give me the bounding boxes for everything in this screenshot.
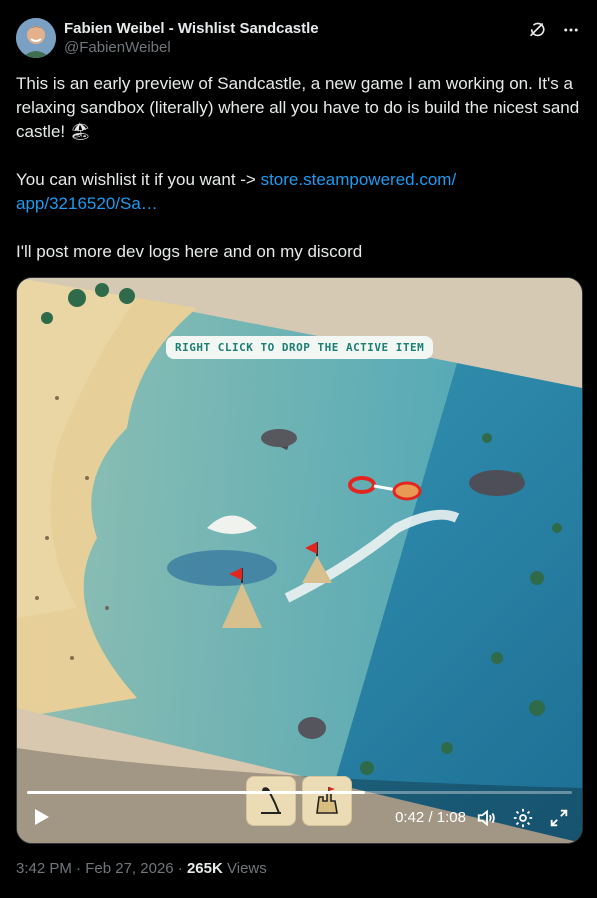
views-label: Views: [227, 860, 267, 877]
wishlist-text: You can wishlist it if you want ->: [16, 170, 261, 189]
duration: 1:08: [436, 809, 466, 826]
tweet-date[interactable]: Feb 27, 2026: [85, 860, 173, 877]
tweet-paragraph-2: You can wishlist it if you want -> store…: [16, 168, 582, 216]
tweet-text: This is an early preview of Sandcastle, …: [16, 72, 582, 264]
header-actions: [527, 20, 581, 40]
display-name[interactable]: Fabien Weibel - Wishlist Sandcastle: [64, 20, 319, 38]
video-frame: [17, 278, 582, 843]
views-count: 265K: [186, 860, 223, 877]
tweet-time[interactable]: 3:42 PM: [16, 860, 72, 877]
settings-icon[interactable]: [512, 807, 534, 829]
avatar[interactable]: [16, 18, 56, 58]
tweet-meta: 3:42 PM · Feb 27, 2026 · 265K Views: [16, 860, 267, 877]
play-icon[interactable]: [31, 807, 51, 827]
current-time: 0:42: [395, 809, 425, 826]
tweet-paragraph-3: I'll post more dev logs here and on my d…: [16, 242, 363, 261]
more-icon[interactable]: [561, 20, 581, 40]
video-time: 0:42 / 1:08: [395, 809, 466, 826]
tweet-paragraph-1: This is an early preview of Sandcastle, …: [16, 74, 584, 141]
video-player[interactable]: RIGHT CLICK TO DROP THE ACTIVE ITEM 0:42…: [16, 277, 583, 844]
tooltip-hint: RIGHT CLICK TO DROP THE ACTIVE ITEM: [166, 336, 434, 359]
volume-icon[interactable]: [476, 807, 498, 829]
author-block: Fabien Weibel - Wishlist Sandcastle @Fab…: [64, 20, 319, 58]
grok-icon[interactable]: [527, 20, 547, 40]
fullscreen-icon[interactable]: [548, 807, 570, 829]
tweet-header: Fabien Weibel - Wishlist Sandcastle @Fab…: [16, 16, 581, 60]
handle[interactable]: @FabienWeibel: [64, 38, 319, 58]
video-controls: 0:42 / 1:08: [17, 793, 582, 843]
